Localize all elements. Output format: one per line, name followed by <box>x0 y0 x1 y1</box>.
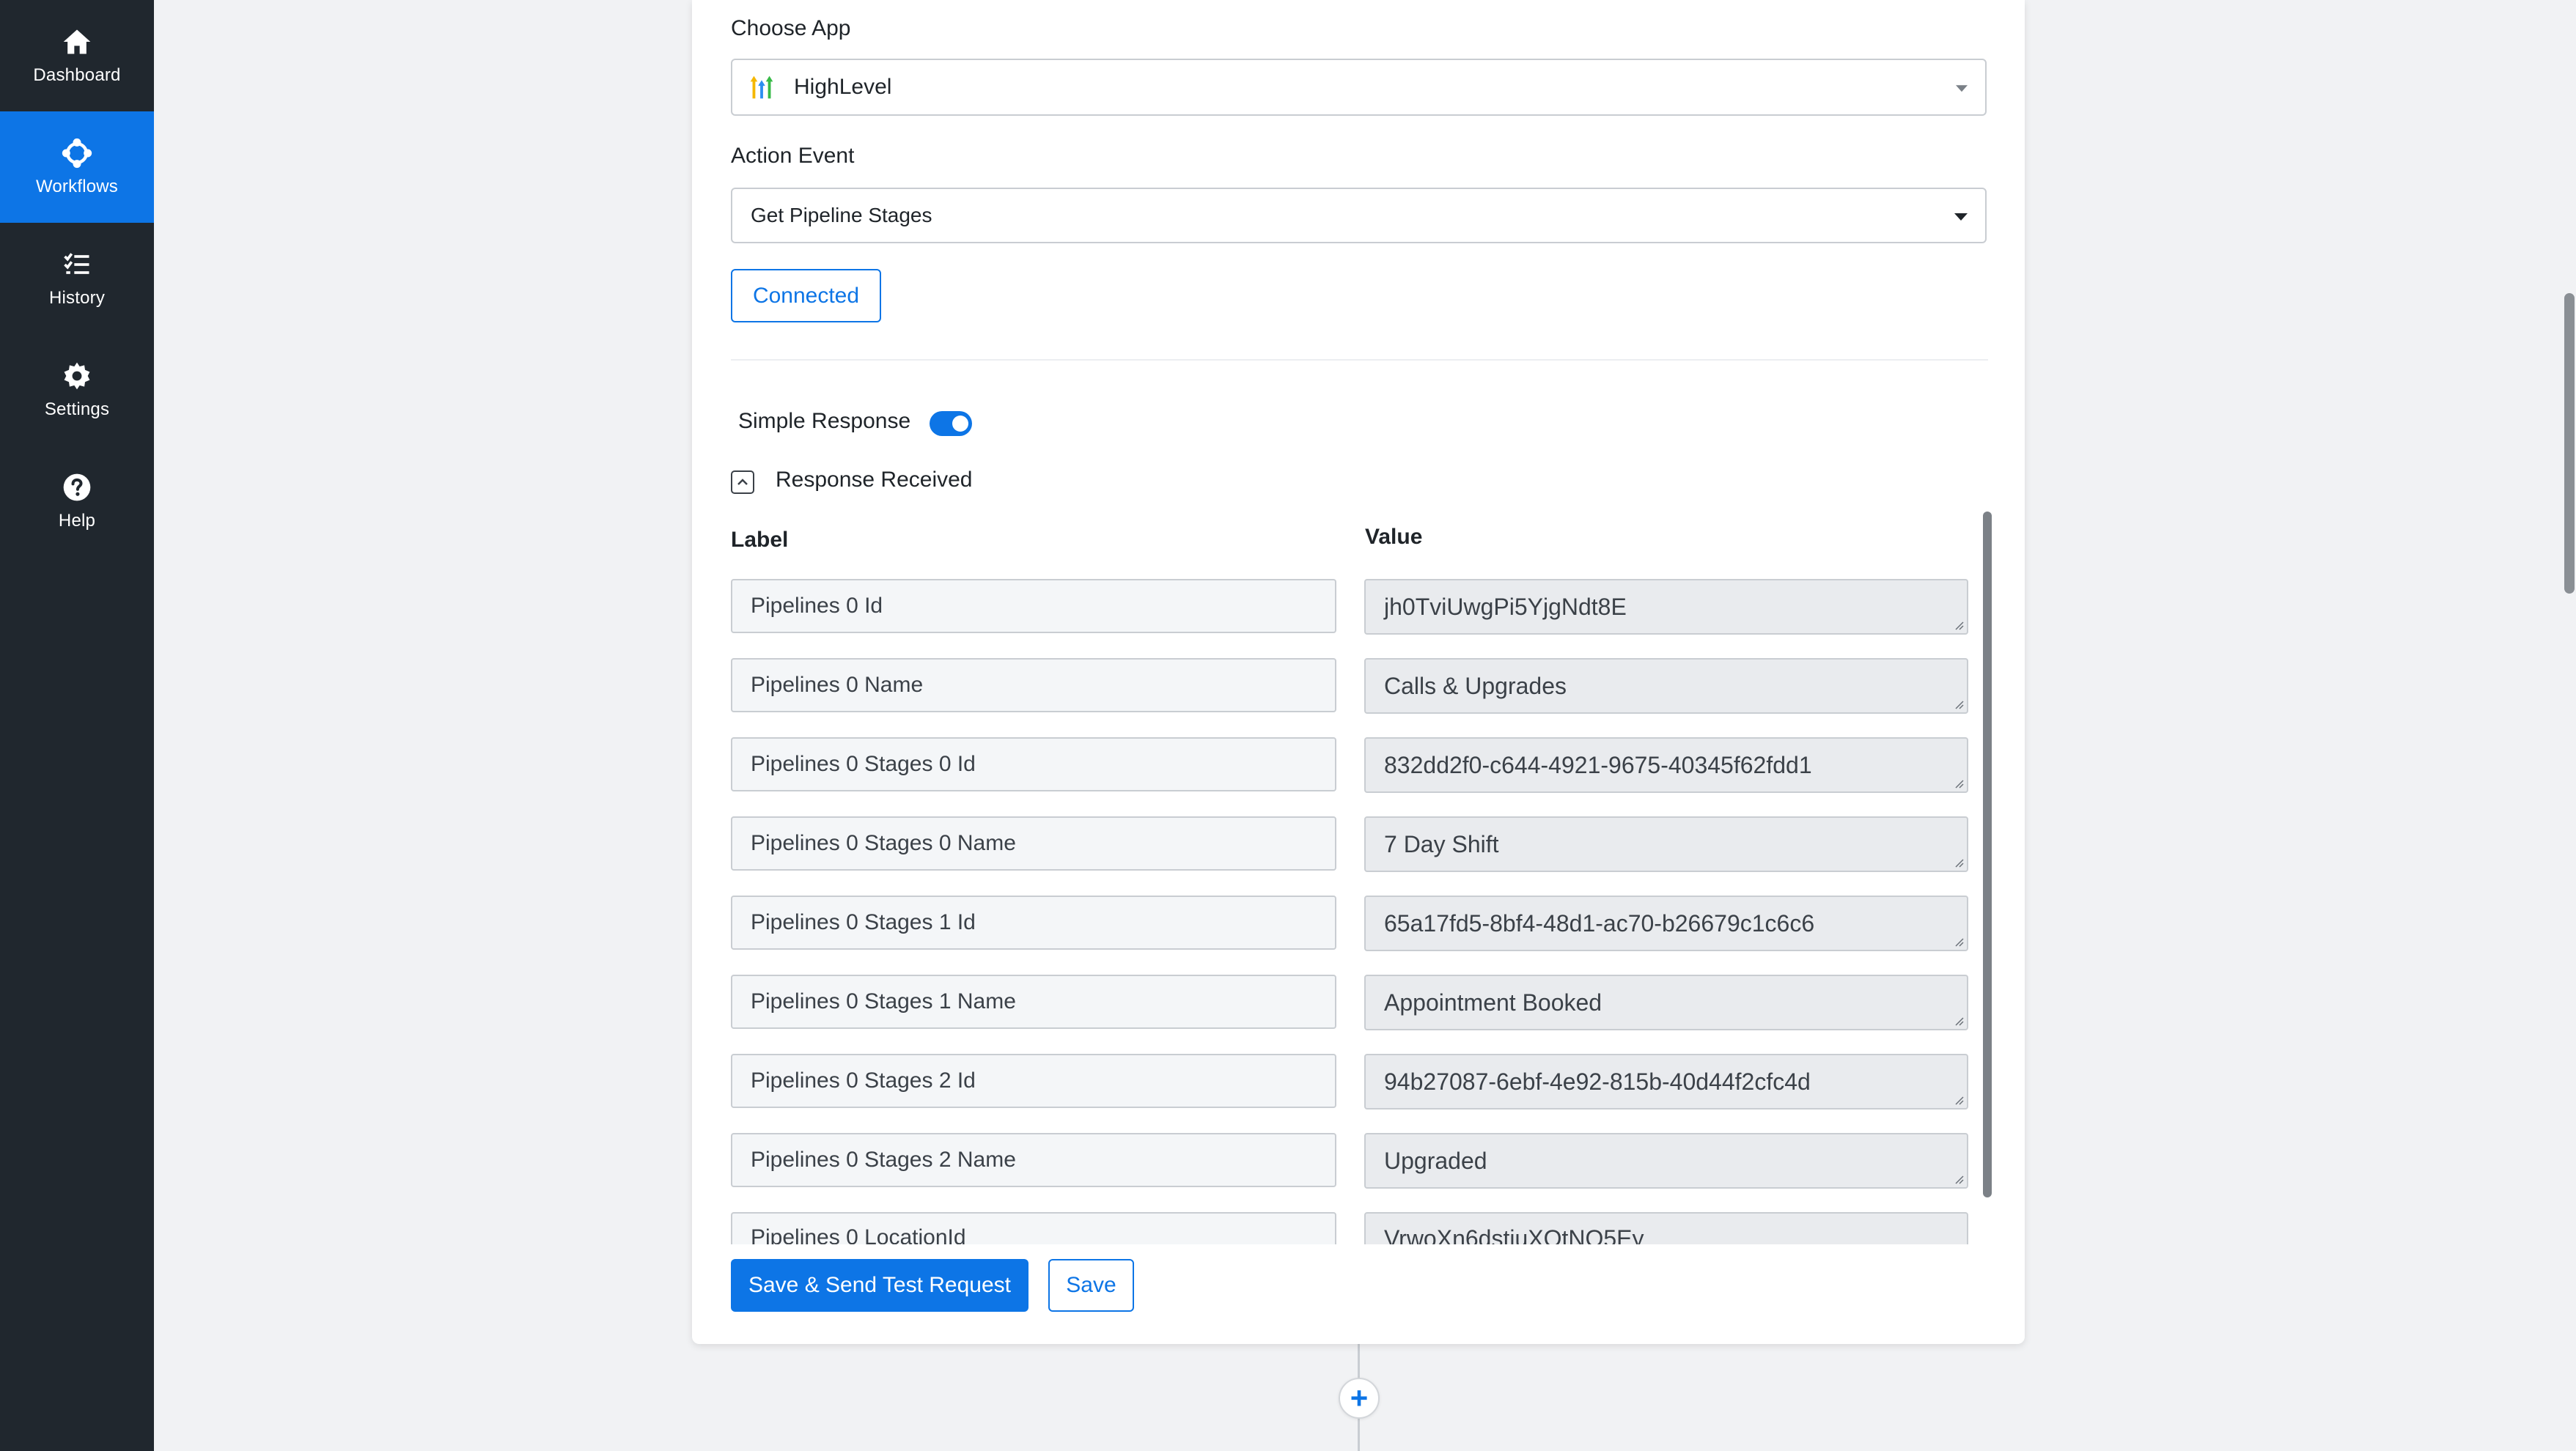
action-event-select[interactable]: Get Pipeline Stages <box>731 188 1987 243</box>
table-row: Pipelines 0 Stages 0 Name 7 Day Shift <box>731 816 1977 872</box>
table-row: Pipelines 0 Stages 0 Id 832dd2f0-c644-49… <box>731 737 1977 793</box>
resize-grip-icon[interactable] <box>1954 1174 1964 1184</box>
sidebar-item-help[interactable]: Help <box>0 446 154 557</box>
sidebar-item-settings[interactable]: Settings <box>0 334 154 446</box>
chevron-down-icon <box>1956 85 1968 92</box>
field-value-text: 94b27087-6ebf-4e92-815b-40d44f2cfc4d <box>1384 1068 1811 1095</box>
field-label-input[interactable]: Pipelines 0 Id <box>731 579 1336 633</box>
field-value-textarea[interactable]: Upgraded <box>1364 1133 1968 1189</box>
response-list-scrollbar[interactable] <box>1983 512 1992 1197</box>
home-icon <box>63 29 91 54</box>
field-value-text: Upgraded <box>1384 1147 1487 1174</box>
resize-grip-icon[interactable] <box>1954 1016 1964 1026</box>
sidebar-item-workflows[interactable]: Workflows <box>0 111 154 223</box>
resize-grip-icon[interactable] <box>1954 857 1964 868</box>
workflow-icon <box>62 138 92 169</box>
table-row: Pipelines 0 LocationId VrwoXn6dstiuXOtNO… <box>731 1212 1977 1244</box>
sidebar-item-label: Dashboard <box>33 65 121 85</box>
gear-icon <box>64 362 90 390</box>
field-label-input[interactable]: Pipelines 0 Stages 0 Name <box>731 816 1336 871</box>
field-value-textarea[interactable]: jh0TviUwgPi5YjgNdt8E <box>1364 579 1968 635</box>
connected-button[interactable]: Connected <box>731 269 881 322</box>
sidebar: Dashboard Workflows History Settings Hel… <box>0 0 154 1451</box>
action-event-value: Get Pipeline Stages <box>751 204 932 226</box>
save-button[interactable]: Save <box>1048 1259 1134 1312</box>
choose-app-label: Choose App <box>731 16 851 40</box>
sidebar-item-label: Help <box>58 511 96 531</box>
section-divider <box>731 359 1988 361</box>
field-value-text: VrwoXn6dstiuXOtNO5Ey <box>1384 1225 1644 1244</box>
page-scrollbar[interactable] <box>2564 293 2575 594</box>
resize-grip-icon[interactable] <box>1954 620 1964 630</box>
sidebar-item-history[interactable]: History <box>0 223 154 334</box>
sidebar-item-label: Settings <box>44 399 110 419</box>
response-fields-list[interactable]: Pipelines 0 Id jh0TviUwgPi5YjgNdt8E Pipe… <box>731 579 1977 1244</box>
table-row: Pipelines 0 Stages 2 Name Upgraded <box>731 1133 1977 1189</box>
field-value-text: 832dd2f0-c644-4921-9675-40345f62fdd1 <box>1384 751 1812 778</box>
field-value-text: jh0TviUwgPi5YjgNdt8E <box>1384 593 1627 620</box>
highlevel-logo-icon <box>750 75 773 99</box>
field-label-input[interactable]: Pipelines 0 LocationId <box>731 1212 1336 1244</box>
simple-response-label: Simple Response <box>738 409 911 433</box>
field-value-text: Appointment Booked <box>1384 989 1602 1016</box>
add-step-button[interactable]: + <box>1339 1378 1380 1419</box>
field-value-text: 7 Day Shift <box>1384 830 1499 857</box>
field-label-input[interactable]: Pipelines 0 Stages 0 Id <box>731 737 1336 791</box>
label-column-header: Label <box>731 528 789 552</box>
simple-response-toggle[interactable] <box>930 411 972 436</box>
field-label-input[interactable]: Pipelines 0 Stages 1 Id <box>731 896 1336 950</box>
action-event-label: Action Event <box>731 144 855 168</box>
field-label-input[interactable]: Pipelines 0 Stages 2 Name <box>731 1133 1336 1187</box>
table-row: Pipelines 0 Id jh0TviUwgPi5YjgNdt8E <box>731 579 1977 635</box>
field-value-textarea[interactable]: Appointment Booked <box>1364 975 1968 1030</box>
field-label-input[interactable]: Pipelines 0 Name <box>731 658 1336 712</box>
field-value-textarea[interactable]: 65a17fd5-8bf4-48d1-ac70-b26679c1c6c6 <box>1364 896 1968 951</box>
choose-app-select[interactable]: HighLevel <box>731 59 1987 116</box>
resize-grip-icon[interactable] <box>1954 1095 1964 1105</box>
response-received-label: Response Received <box>776 468 973 492</box>
plus-icon: + <box>1350 1381 1369 1415</box>
field-value-text: Calls & Upgrades <box>1384 672 1567 699</box>
field-label-input[interactable]: Pipelines 0 Stages 2 Id <box>731 1054 1336 1108</box>
save-send-test-request-button[interactable]: Save & Send Test Request <box>731 1259 1028 1312</box>
resize-grip-icon[interactable] <box>1954 937 1964 947</box>
toggle-knob <box>952 416 968 432</box>
field-value-textarea[interactable]: VrwoXn6dstiuXOtNO5Ey <box>1364 1212 1968 1244</box>
sidebar-item-label: History <box>48 288 106 308</box>
chevron-down-icon <box>1954 213 1968 221</box>
table-row: Pipelines 0 Stages 1 Id 65a17fd5-8bf4-48… <box>731 896 1977 951</box>
field-value-text: 65a17fd5-8bf4-48d1-ac70-b26679c1c6c6 <box>1384 909 1815 937</box>
table-row: Pipelines 0 Stages 1 Name Appointment Bo… <box>731 975 1977 1030</box>
resize-grip-icon[interactable] <box>1954 699 1964 709</box>
field-value-textarea[interactable]: 832dd2f0-c644-4921-9675-40345f62fdd1 <box>1364 737 1968 793</box>
field-value-textarea[interactable]: 7 Day Shift <box>1364 816 1968 872</box>
sidebar-item-label: Workflows <box>35 177 119 196</box>
chevron-up-icon <box>737 479 748 485</box>
field-value-textarea[interactable]: 94b27087-6ebf-4e92-815b-40d44f2cfc4d <box>1364 1054 1968 1110</box>
field-value-textarea[interactable]: Calls & Upgrades <box>1364 658 1968 714</box>
table-row: Pipelines 0 Stages 2 Id 94b27087-6ebf-4e… <box>731 1054 1977 1110</box>
sidebar-item-dashboard[interactable]: Dashboard <box>0 0 154 111</box>
checklist-icon <box>64 253 89 274</box>
resize-grip-icon[interactable] <box>1954 778 1964 789</box>
value-column-header: Value <box>1365 525 1423 549</box>
response-collapse-toggle[interactable] <box>731 470 754 494</box>
help-icon <box>63 473 91 501</box>
choose-app-value: HighLevel <box>794 75 892 99</box>
table-row: Pipelines 0 Name Calls & Upgrades <box>731 658 1977 714</box>
field-label-input[interactable]: Pipelines 0 Stages 1 Name <box>731 975 1336 1029</box>
